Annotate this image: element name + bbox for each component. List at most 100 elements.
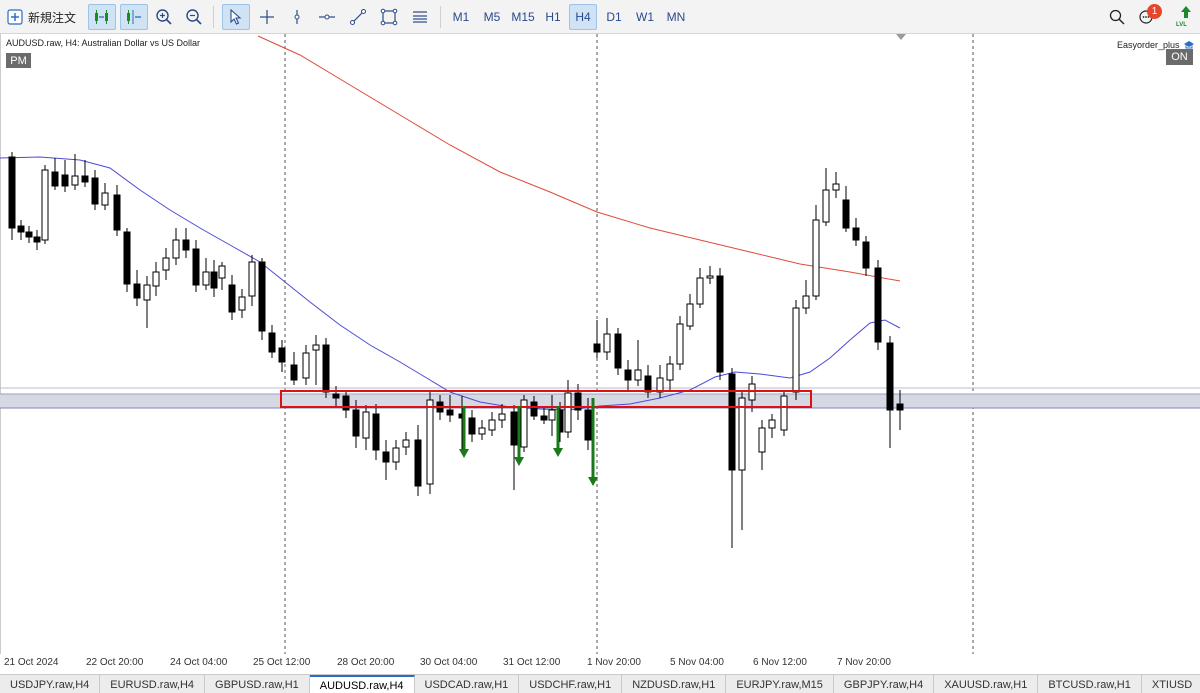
candle (574, 384, 582, 420)
candle (414, 425, 422, 496)
candle (780, 390, 788, 436)
candle-body (832, 183, 840, 191)
candle-body (852, 227, 860, 241)
signal-level-button[interactable] (1174, 2, 1198, 22)
candle (696, 268, 704, 308)
candle (468, 410, 476, 442)
horizontal-line-tool-button[interactable] (314, 4, 340, 30)
candle (768, 414, 776, 438)
autoscroll-button[interactable] (88, 4, 116, 30)
candle-body (812, 219, 820, 297)
candle (624, 360, 632, 390)
toolbar: 新規注文 M1 M5 M15 H1 H4 D1 W1 MN 1 LVL (0, 0, 1200, 34)
candle (192, 240, 200, 292)
horizontal-line-icon (319, 14, 335, 20)
candle (248, 255, 256, 306)
candle (832, 172, 840, 198)
lvl-label: LVL (1176, 22, 1187, 28)
signal-arrow-icon (1181, 6, 1191, 18)
ea-on-indicator[interactable]: ON (1166, 49, 1193, 65)
candle-body (780, 395, 788, 431)
tab-eurusd[interactable]: EURUSD.raw,H4 (100, 675, 206, 693)
tab-usdjpy[interactable]: USDJPY.raw,H4 (0, 675, 101, 693)
tab-xtiusd[interactable]: XTIUSD (1142, 675, 1200, 693)
timeframe-m15-button[interactable]: M15 (508, 4, 538, 30)
timeframe-mn-button[interactable]: MN (662, 4, 690, 30)
candle-body (706, 275, 714, 279)
candle-body (268, 332, 276, 353)
tab-eurjpy[interactable]: EURJPY.raw,M15 (726, 675, 834, 693)
candle-body (238, 296, 246, 311)
candle (312, 335, 320, 385)
candle-body (593, 343, 601, 353)
candle (540, 408, 548, 424)
fibonacci-tool-button[interactable] (407, 4, 433, 30)
cursor-tool-button[interactable] (222, 4, 250, 30)
candle (802, 280, 810, 314)
sell-arrows (459, 398, 598, 486)
trading-terminal: 新規注文 M1 M5 M15 H1 H4 D1 W1 MN 1 LVL AUDU… (0, 0, 1200, 693)
zoom-in-button[interactable] (152, 4, 176, 30)
new-order-button[interactable]: 新規注文 (6, 4, 76, 30)
candle-body (822, 189, 830, 223)
timeframe-m5-button[interactable]: M5 (478, 4, 506, 30)
tab-xauusd[interactable]: XAUUSD.raw,H1 (934, 675, 1039, 693)
candle (758, 420, 766, 470)
search-button[interactable] (1106, 4, 1128, 30)
candle-body (614, 333, 622, 369)
time-label: 22 Oct 20:00 (86, 657, 144, 668)
candle-body (210, 271, 218, 289)
candle-body (634, 369, 642, 381)
tab-audusd[interactable]: AUDUSD.raw,H4 (309, 675, 415, 693)
timeframe-d1-button[interactable]: D1 (602, 4, 626, 30)
candle-body (192, 248, 200, 286)
sell-arrow-head (459, 449, 469, 458)
candle-body (113, 194, 121, 231)
candle (238, 289, 246, 318)
zoom-out-icon (186, 9, 202, 25)
vertical-line-tool-button[interactable] (285, 4, 309, 30)
crosshair-tool-button[interactable] (255, 4, 279, 30)
tab-btcusd[interactable]: BTCUSD.raw,H1 (1038, 675, 1142, 693)
candle (382, 440, 390, 480)
candle (172, 228, 180, 265)
tab-gbpjpy[interactable]: GBPJPY.raw,H4 (834, 675, 935, 693)
chart-shift-button[interactable] (120, 4, 148, 30)
candles-shift-icon (95, 10, 108, 24)
candle (101, 183, 109, 210)
candle-body (382, 451, 390, 463)
candle (61, 160, 69, 192)
vertical-line-icon (294, 10, 300, 24)
timeframe-h4-button[interactable]: H4 (569, 4, 597, 30)
shift-marker[interactable] (896, 34, 906, 40)
timeframe-m1-button[interactable]: M1 (448, 4, 474, 30)
candle-body (25, 231, 33, 238)
tab-nzdusd[interactable]: NZDUSD.raw,H1 (622, 675, 727, 693)
time-label: 7 Nov 20:00 (837, 657, 891, 668)
time-label: 5 Nov 04:00 (670, 657, 724, 668)
time-label: 25 Oct 12:00 (253, 657, 311, 668)
trendline-tool-button[interactable] (345, 4, 371, 30)
candle-body (182, 239, 190, 251)
price-chart[interactable] (0, 34, 1200, 654)
timeframe-w1-button[interactable]: W1 (632, 4, 658, 30)
candle-body (862, 241, 870, 269)
tab-usdchf[interactable]: USDCHF.raw,H1 (519, 675, 623, 693)
notification-badge: 1 (1147, 4, 1162, 19)
candle-body (392, 447, 400, 463)
candle-body (17, 225, 25, 233)
rectangle-tool-button[interactable] (376, 4, 402, 30)
candle (666, 356, 674, 392)
tab-gbpusd[interactable]: GBPUSD.raw,H1 (205, 675, 310, 693)
tab-usdcad[interactable]: USDCAD.raw,H1 (415, 675, 520, 693)
candle-body (758, 427, 766, 453)
candle-body (478, 427, 486, 435)
time-axis: 21 Oct 2024 22 Oct 20:00 24 Oct 04:00 25… (0, 654, 1200, 672)
candle (41, 165, 49, 244)
crosshair-icon (260, 10, 274, 24)
candle-body (352, 409, 360, 437)
zoom-out-button[interactable] (182, 4, 206, 30)
candle (8, 152, 16, 240)
candle-body (228, 284, 236, 313)
timeframe-h1-button[interactable]: H1 (541, 4, 565, 30)
